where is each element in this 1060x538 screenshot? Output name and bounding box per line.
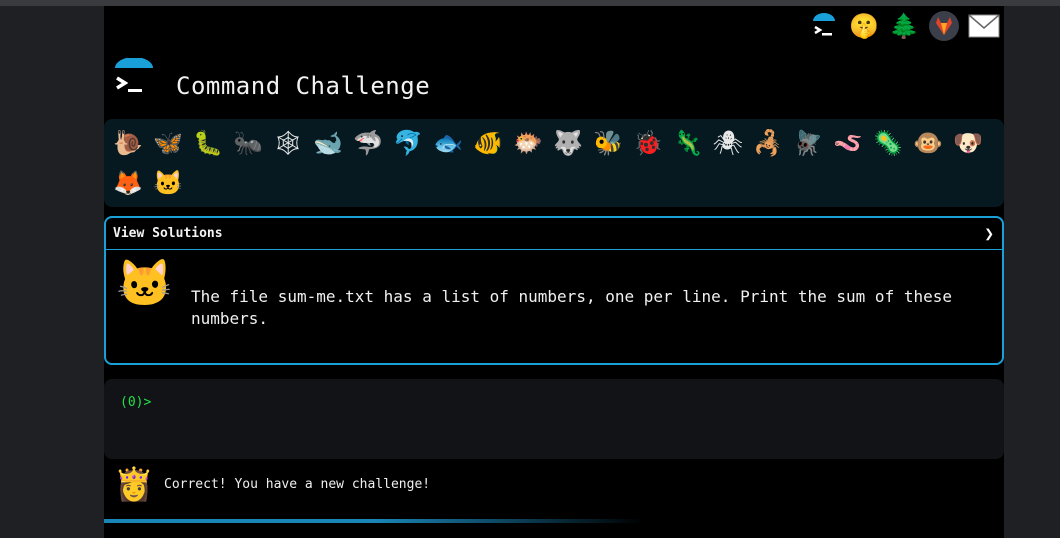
bee-icon[interactable]: 🐝 bbox=[588, 123, 628, 163]
view-solutions-label: View Solutions bbox=[113, 226, 223, 241]
cat-face-icon[interactable]: 🐱 bbox=[148, 163, 188, 203]
fox-face-icon[interactable]: 🦊 bbox=[108, 163, 148, 203]
shark-icon[interactable]: 🦈 bbox=[348, 123, 388, 163]
princess-icon: 👸 bbox=[114, 465, 154, 503]
progress-bar bbox=[104, 519, 644, 523]
blowfish-icon[interactable]: 🐡 bbox=[508, 123, 548, 163]
tropical-fish-icon[interactable]: 🐠 bbox=[468, 123, 508, 163]
command-challenge-logo-icon bbox=[112, 57, 156, 102]
lizard-icon[interactable]: 🦎 bbox=[668, 123, 708, 163]
caterpillar-icon[interactable]: 🐛 bbox=[188, 123, 228, 163]
animal-progress-bar: 🐌 🦋 🐛 🐜 🕸 🐋 🦈 🐬 🐟 🐠 🐡 🐺 🐝 🐞 🦎 🕷 🦂 🪰 🪱 🦠 … bbox=[104, 119, 1004, 207]
cat-face-icon: 🐱 bbox=[116, 256, 174, 310]
dolphin-icon[interactable]: 🐬 bbox=[388, 123, 428, 163]
page-container: 🤫 🌲 Command Challenge 🐌 🦋 🐛 🐜 🕸 🐋 🦈 🐬 🐟 … bbox=[104, 6, 1004, 538]
terminal-input[interactable]: (0)> bbox=[104, 379, 1004, 459]
challenge-body: 🐱 The file sum-me.txt has a list of numb… bbox=[106, 250, 1002, 363]
whale-icon[interactable]: 🐋 bbox=[308, 123, 348, 163]
challenge-description: The file sum-me.txt has a list of number… bbox=[191, 287, 952, 328]
status-text: Correct! You have a new challenge! bbox=[164, 476, 431, 492]
spider-web-icon[interactable]: 🕸 bbox=[268, 123, 308, 163]
wolf-icon[interactable]: 🐺 bbox=[548, 123, 588, 163]
dog-face-icon[interactable]: 🐶 bbox=[948, 123, 988, 163]
ladybug-icon[interactable]: 🐞 bbox=[628, 123, 668, 163]
ant-icon[interactable]: 🐜 bbox=[228, 123, 268, 163]
fly-icon[interactable]: 🪰 bbox=[788, 123, 828, 163]
fish-icon[interactable]: 🐟 bbox=[428, 123, 468, 163]
terminal-prompt: (0)> bbox=[120, 395, 152, 410]
spider-icon[interactable]: 🕷 bbox=[708, 123, 748, 163]
shushing-face-icon[interactable]: 🤫 bbox=[848, 10, 880, 42]
scorpion-icon[interactable]: 🦂 bbox=[748, 123, 788, 163]
chevron-right-icon: ❯ bbox=[984, 224, 994, 243]
microbe-icon[interactable]: 🦠 bbox=[868, 123, 908, 163]
gitlab-icon[interactable] bbox=[928, 10, 960, 42]
monkey-face-icon[interactable]: 🐵 bbox=[908, 123, 948, 163]
command-challenge-logo-icon[interactable] bbox=[808, 10, 840, 42]
top-icon-bar: 🤫 🌲 bbox=[808, 10, 1000, 42]
status-message: 👸 Correct! You have a new challenge! bbox=[114, 468, 430, 500]
snail-icon[interactable]: 🐌 bbox=[108, 123, 148, 163]
page-title: Command Challenge bbox=[176, 72, 431, 100]
butterfly-icon[interactable]: 🦋 bbox=[148, 123, 188, 163]
mail-icon[interactable] bbox=[968, 10, 1000, 42]
challenge-card: View Solutions ❯ 🐱 The file sum-me.txt h… bbox=[104, 216, 1004, 365]
view-solutions-toggle[interactable]: View Solutions ❯ bbox=[106, 218, 1002, 250]
worm-icon[interactable]: 🪱 bbox=[828, 123, 868, 163]
evergreen-tree-icon[interactable]: 🌲 bbox=[888, 10, 920, 42]
